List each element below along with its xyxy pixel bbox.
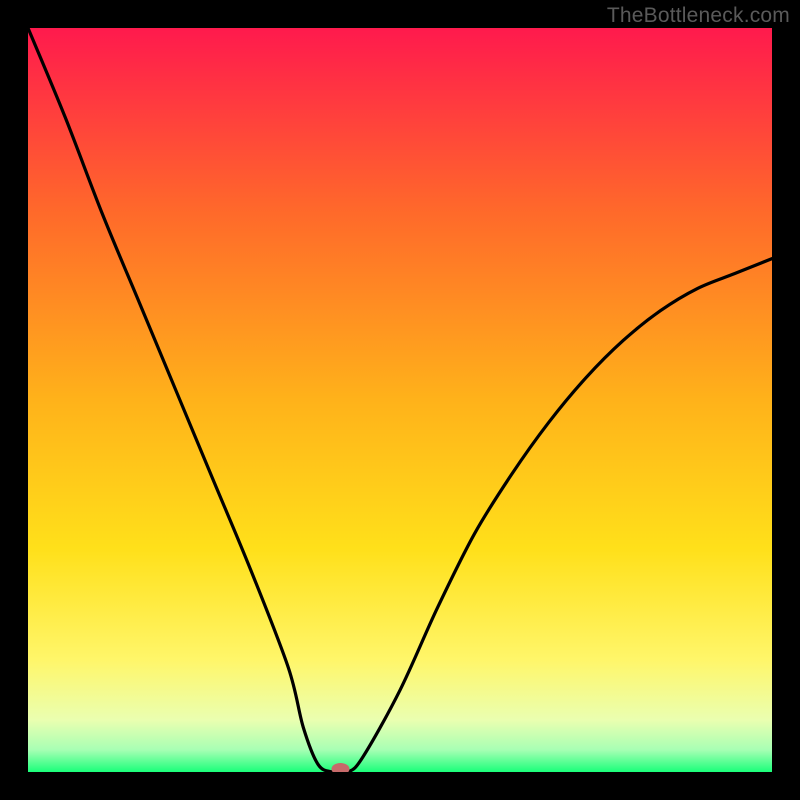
- chart-svg: [28, 28, 772, 772]
- watermark-text: TheBottleneck.com: [607, 4, 790, 28]
- gradient-background: [28, 28, 772, 772]
- chart-frame: TheBottleneck.com: [0, 0, 800, 800]
- plot-area: [28, 28, 772, 772]
